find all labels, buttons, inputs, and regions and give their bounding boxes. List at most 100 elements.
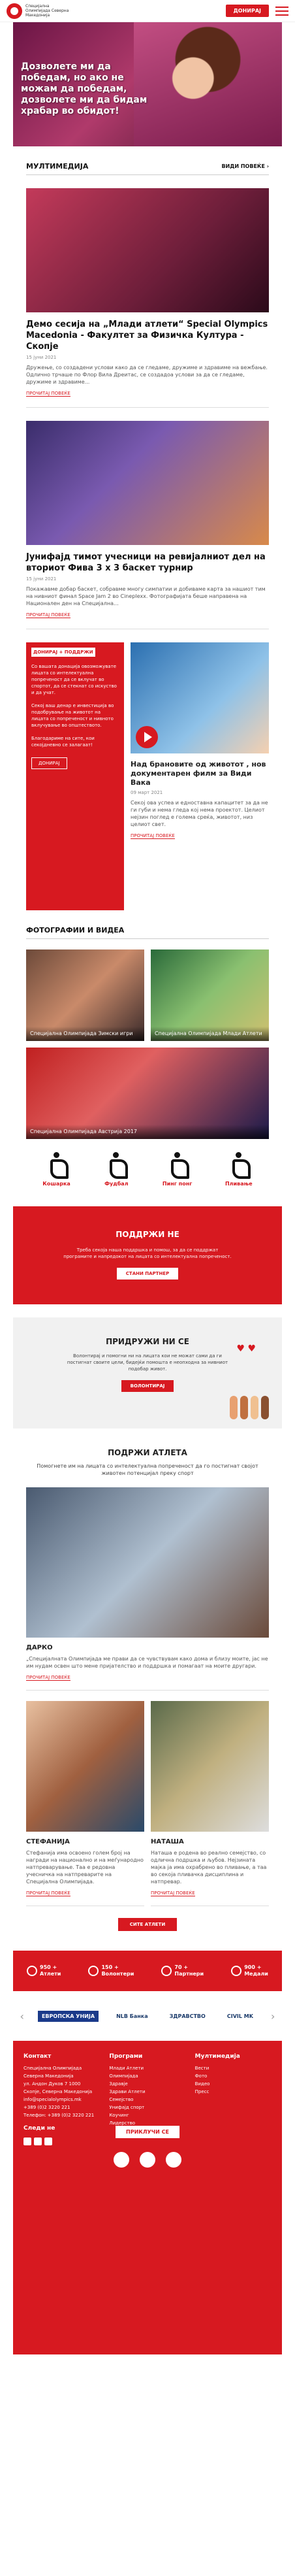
brand-name: Специјална Олимпијада Северна Македонија <box>25 4 69 18</box>
athlete-name: СТЕФАНИЈА <box>26 1838 70 1845</box>
chevron-left-icon[interactable]: ‹ <box>20 2010 24 2023</box>
footer-programs: Програми Млади Атлети Олимпијада Здравје… <box>109 2053 146 2126</box>
video-thumbnail[interactable] <box>131 642 269 753</box>
donate-text: Со вашата донација овозможувате лицата с… <box>31 664 117 748</box>
top-bar: Специјална Олимпијада Северна Македонија… <box>0 0 295 22</box>
video-card[interactable]: Над брановите од животот , нов документа… <box>131 642 269 910</box>
facebook-icon <box>23 2138 31 2145</box>
read-more-link[interactable]: ПРОЧИТАЈ ПОВЕЌЕ <box>151 1891 195 1896</box>
medal-icon <box>231 1966 242 1976</box>
hero-quote: Дозволете ми да победам, но ако не можам… <box>21 61 148 116</box>
footer-contact: Контакт Специјална Олимпијада Северна Ма… <box>23 2053 100 2343</box>
footer-multimedia: Мултимедија Вести Фото Видео Пресс <box>194 2053 240 2094</box>
read-more-link[interactable]: ПРОЧИТАЈ ПОВЕЌЕ <box>26 1675 70 1681</box>
partner-logo[interactable]: ЗДРАВСТВО <box>166 2011 210 2022</box>
gallery-item[interactable]: Специјална Олимпијада Австрија 2017 <box>26 1048 269 1139</box>
read-more-link[interactable]: ПРОЧИТАЈ ПОВЕЌЕ <box>26 391 70 397</box>
chevron-right-icon[interactable]: › <box>271 2010 275 2023</box>
video-title[interactable]: Над брановите од животот , нов документа… <box>131 760 269 787</box>
athletes-title: ПОДРЖИ АТЛЕТА <box>108 1448 187 1457</box>
instagram-icon <box>34 2138 42 2145</box>
read-more-link[interactable]: ПРОЧИТАЈ ПОВЕЌЕ <box>26 612 70 618</box>
athlete-photo <box>151 1701 269 1832</box>
support-text: Треба секоја наша поддршка и помош, за д… <box>63 1247 232 1259</box>
hero-banner: Дозволете ми да победам, но ако не можам… <box>13 22 282 146</box>
news-card[interactable]: Демо сесија на „Млади атлети“ Special Ol… <box>26 188 269 408</box>
sports-row: Кошарка Фудбал Пинг понг Пливање <box>26 1151 269 1187</box>
stat-volunteers: 150 + Волонтери <box>88 1964 134 1977</box>
sport-ping-pong[interactable]: Пинг понг <box>163 1151 192 1187</box>
support-section: ПОДДРЖИ НЕ Треба секоја наша поддршка и … <box>13 1206 282 1304</box>
support-title: ПОДДРЖИ НЕ <box>116 1230 179 1239</box>
stats-bar: 950 + Атлети 150 + Волонтери 70 + Партнери … <box>13 1951 282 1991</box>
footer: Контакт Специјална Олимпијада Северна Ма… <box>13 2041 282 2354</box>
athlete-text: Наташа е родена во реално семејство, со … <box>151 1850 267 1885</box>
read-more-link[interactable]: ПРОЧИТАЈ ПОВЕЌЕ <box>26 1891 70 1896</box>
partners-carousel: ‹ ЕВРОПСКА УНИЈА NLB Банка ЗДРАВСТВО CIV… <box>13 1998 282 2034</box>
youtube-icon <box>44 2138 52 2145</box>
sport-swimming[interactable]: Пливање <box>225 1151 253 1187</box>
volunteer-icon <box>88 1966 99 1976</box>
stat-athletes: 950 + Атлети <box>27 1964 61 1977</box>
news-excerpt: Покажавме добар баскет, собравме многу с… <box>26 586 266 606</box>
logo <box>7 3 22 19</box>
sport-basketball[interactable]: Кошарка <box>42 1151 70 1187</box>
athlete-photo <box>26 1701 144 1832</box>
play-icon[interactable] <box>136 726 158 748</box>
heart-icon: ♥ ♥ <box>236 1344 256 1354</box>
partner-icon <box>161 1966 172 1976</box>
hero-photo <box>134 22 282 146</box>
brand[interactable]: Специјална Олимпијада Северна Македонија <box>7 3 71 19</box>
join-section: ПРИДРУЖИ НИ СЕ Волонтирај и помогни ни н… <box>13 1317 282 1428</box>
stat-partners: 70 + Партнери <box>161 1964 204 1977</box>
news-date: 15 јуни 2021 <box>26 355 57 360</box>
football-icon <box>103 1151 129 1179</box>
ping-pong-icon <box>164 1151 191 1179</box>
section-title: ФОТОГРАФИИ И ВИДЕА <box>26 926 125 934</box>
become-partner-button[interactable]: СТАНИ ПАРТНЕР <box>116 1268 179 1280</box>
donate-box-button[interactable]: ДОНИРАЈ <box>31 757 67 769</box>
athlete-name: ДАРКО <box>26 1644 53 1651</box>
video-excerpt: Секој ова успеа и едноставна капацитет з… <box>131 800 268 827</box>
athlete-icon <box>27 1966 38 1976</box>
read-more-link[interactable]: ПРОЧИТАЈ ПОВЕЌЕ <box>131 833 175 839</box>
partner-logo[interactable]: ЕВРОПСКА УНИЈА <box>37 2010 99 2022</box>
section-title: МУЛТИМЕДИЈА <box>26 162 89 171</box>
footer-join-button[interactable]: ПРИКЛУЧИ СЕ <box>116 2126 179 2138</box>
multimedia-header: МУЛТИМЕДИЈА ВИДИ ПОВЕЌЕ › <box>26 162 269 175</box>
photos-header: ФОТОГРАФИИ И ВИДЕА <box>26 926 269 939</box>
news-date: 15 јуни 2021 <box>26 576 57 582</box>
hands-icon <box>230 1387 269 1419</box>
donate-button[interactable]: ДОНИРАЈ <box>225 5 269 17</box>
athlete-quote: „Специјалната Олимпијада ме прави да се … <box>26 1656 268 1669</box>
donate-box: ДОНИРАЈ + ПОДДРЖИ Со вашата донација ово… <box>26 642 124 910</box>
news-image <box>26 188 269 312</box>
gallery-item[interactable]: Специјална Олимпијада Млади Атлети <box>151 949 269 1041</box>
news-title[interactable]: Демо сесија на „Млади атлети“ Special Ol… <box>26 319 269 352</box>
stat-medals: 900 + Медали <box>231 1964 268 1977</box>
menu-icon[interactable] <box>275 6 288 16</box>
news-card[interactable]: Јунифајд тимот учесници на ревијалниот д… <box>26 421 269 629</box>
sport-football[interactable]: Фудбал <box>103 1151 129 1187</box>
social-icons[interactable] <box>23 2138 100 2145</box>
news-title[interactable]: Јунифајд тимот учесници на ревијалниот д… <box>26 552 269 574</box>
swimming-icon <box>226 1151 252 1179</box>
basketball-icon <box>44 1151 70 1179</box>
join-text: Волонтирај и помогни ни на лицата кои не… <box>67 1353 228 1372</box>
donate-tag: ДОНИРАЈ + ПОДДРЖИ <box>31 648 95 657</box>
partner-logo[interactable]: CIVIL MK <box>223 2011 257 2022</box>
athletes-text: Помогнете им на лицата со интелектуална … <box>37 1463 258 1476</box>
athlete-name: НАТАША <box>151 1838 184 1845</box>
athlete-card[interactable]: СТЕФАНИЈА Стефанија има освоено голем бр… <box>26 1701 144 1906</box>
athlete-card[interactable]: НАТАША Наташа е родена во реално семејст… <box>151 1701 269 1906</box>
video-date: 09 март 2021 <box>131 790 163 795</box>
news-image <box>26 421 269 545</box>
partner-logo[interactable]: NLB Банка <box>112 2011 152 2022</box>
all-athletes-button[interactable]: СИТЕ АТЛЕТИ <box>118 1918 177 1931</box>
footer-logos <box>13 2152 282 2168</box>
gallery-item[interactable]: Специјална Олимпијада Зимски игри <box>26 949 144 1041</box>
athlete-card[interactable]: ДАРКО „Специјалната Олимпијада ме прави … <box>26 1487 269 1691</box>
see-all-link[interactable]: ВИДИ ПОВЕЌЕ › <box>221 163 269 169</box>
athlete-text: Стефанија има освоено голем број на нагр… <box>26 1850 144 1885</box>
volunteer-button[interactable]: ВОЛОНТИРАЈ <box>121 1380 174 1392</box>
